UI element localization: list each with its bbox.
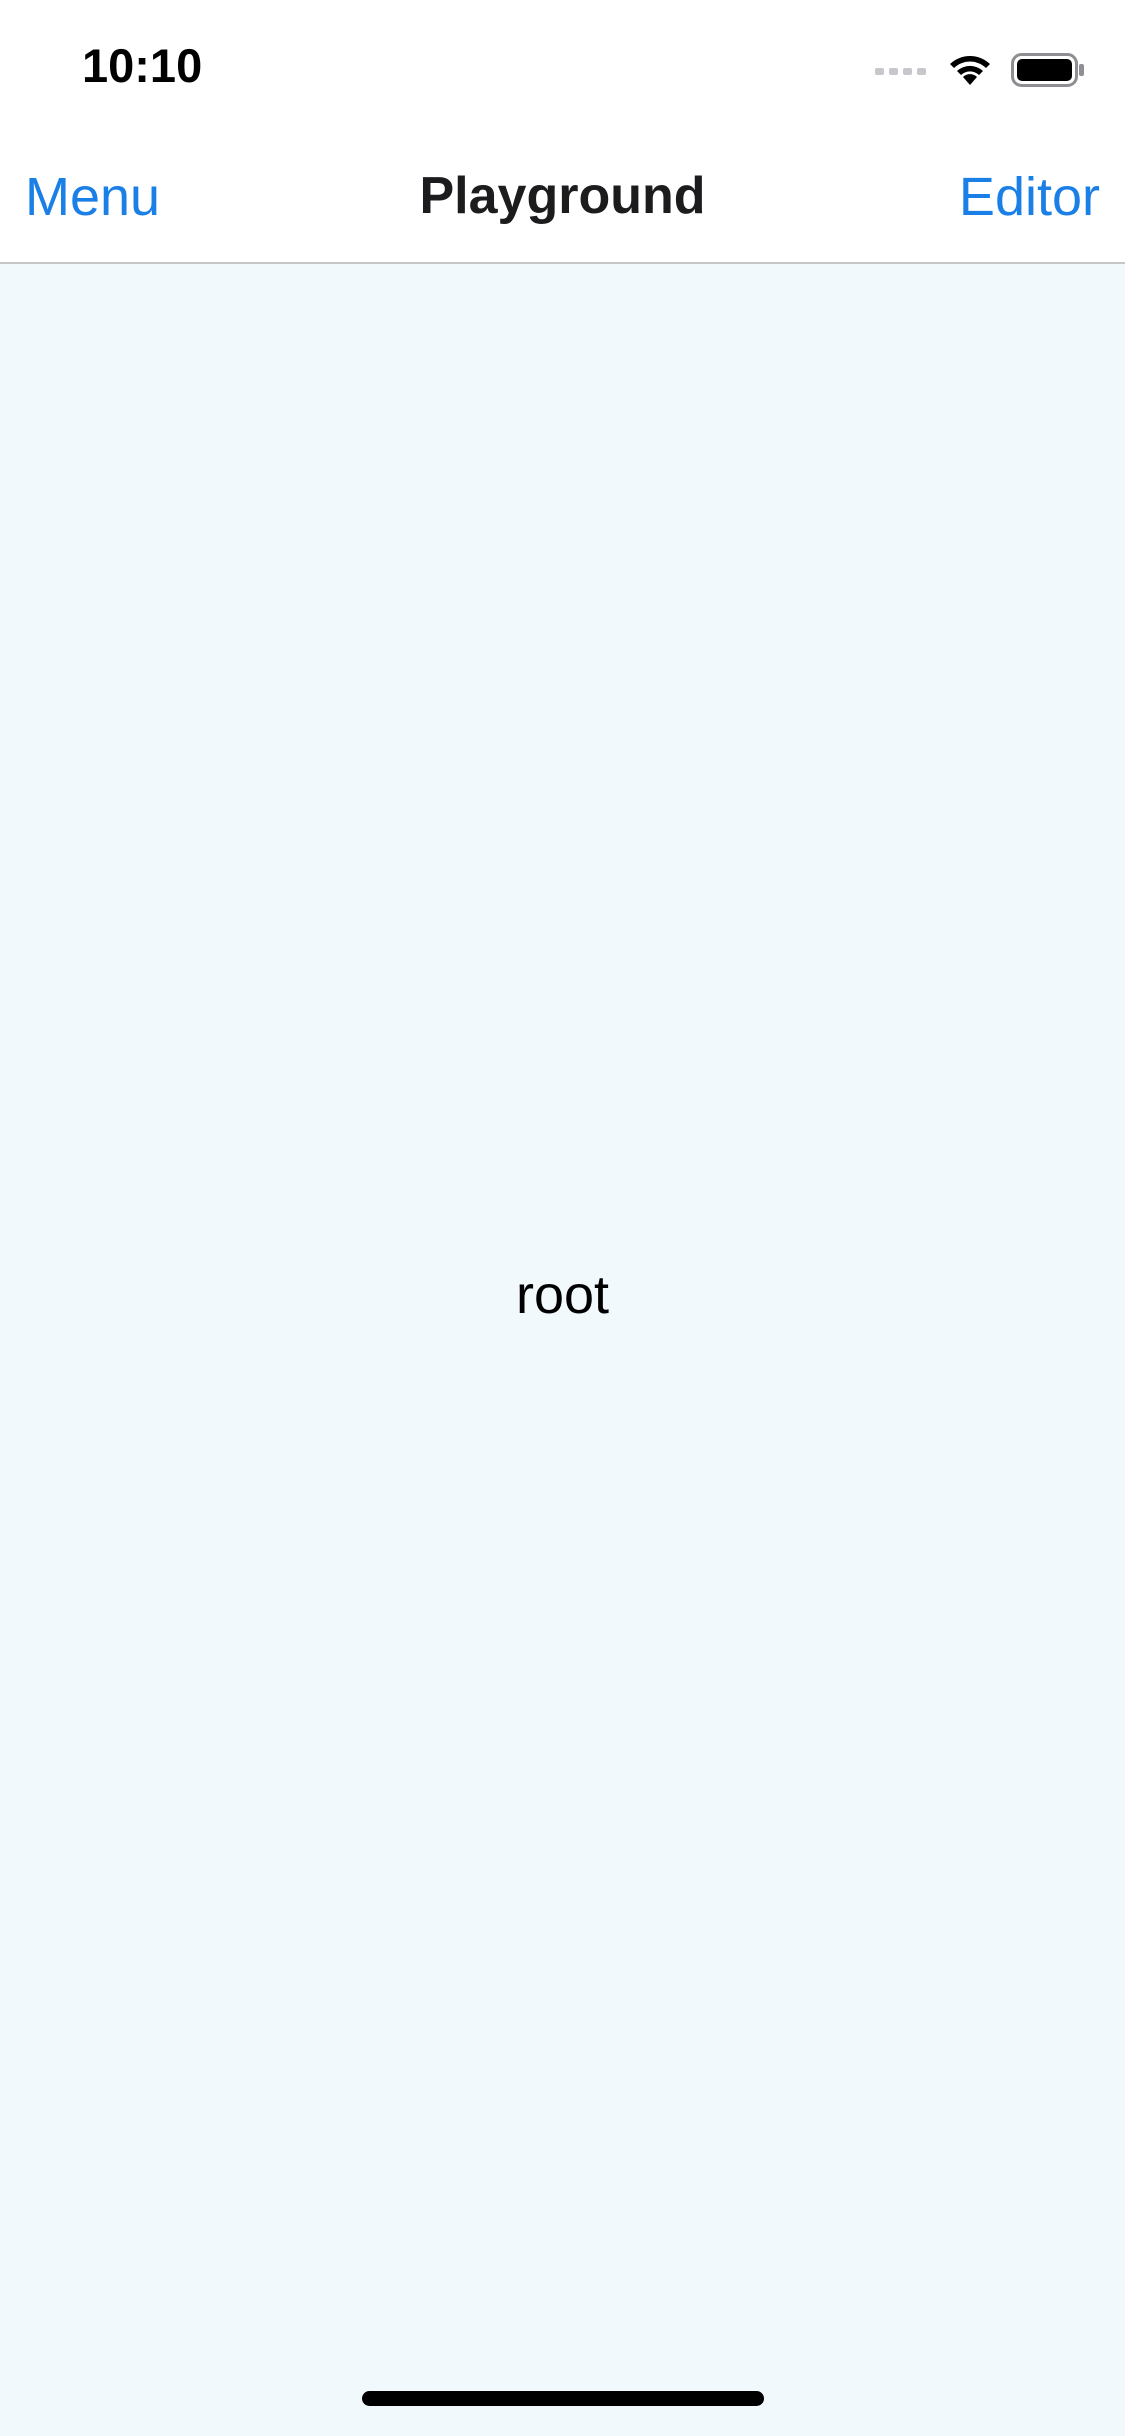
- cellular-signal-icon: [875, 68, 926, 75]
- wifi-icon: [950, 56, 990, 85]
- root-label: root: [515, 1265, 610, 1325]
- battery-icon: [1011, 53, 1084, 87]
- status-icons: [875, 52, 1085, 88]
- editor-button[interactable]: Editor: [959, 166, 1100, 228]
- playground-canvas[interactable]: root: [0, 264, 1125, 2436]
- status-bar: 10:10: [0, 0, 1125, 132]
- status-time: 10:10: [82, 39, 203, 92]
- home-indicator[interactable]: [362, 2391, 764, 2406]
- page-title: Playground: [419, 167, 706, 225]
- navigation-bar: Menu Playground Editor: [0, 132, 1125, 264]
